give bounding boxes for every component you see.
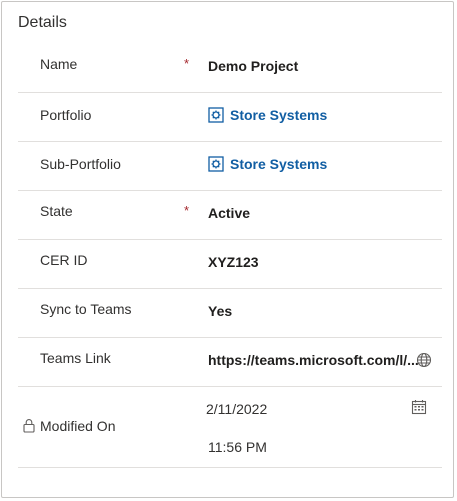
field-row-state: State * Active bbox=[18, 191, 442, 240]
field-label-modified-on: Modified On bbox=[40, 418, 116, 434]
field-label-teams-link: Teams Link bbox=[40, 350, 111, 366]
sub-portfolio-value: Store Systems bbox=[230, 156, 328, 172]
name-value[interactable]: Demo Project bbox=[208, 58, 298, 74]
lock-icon bbox=[23, 419, 35, 433]
field-row-portfolio: Portfolio Store Systems bbox=[18, 93, 442, 142]
field-label-state: State bbox=[40, 203, 73, 219]
section-title: Details bbox=[18, 14, 67, 31]
entity-record-icon bbox=[208, 107, 224, 123]
details-card: Details Name * Demo Project Portfolio St… bbox=[1, 1, 454, 498]
sub-portfolio-lookup-link[interactable]: Store Systems bbox=[208, 156, 327, 172]
field-row-name: Name * Demo Project bbox=[18, 41, 442, 93]
field-row-sub-portfolio: Sub-Portfolio Store Systems bbox=[18, 142, 442, 191]
field-label-cer-id: CER ID bbox=[40, 252, 88, 268]
state-value[interactable]: Active bbox=[208, 205, 250, 221]
portfolio-lookup-link[interactable]: Store Systems bbox=[208, 107, 327, 123]
required-indicator: * bbox=[184, 203, 190, 218]
field-row-teams-link: Teams Link https://teams.microsoft.com/l… bbox=[18, 338, 442, 387]
field-label-name: Name bbox=[40, 56, 78, 72]
field-row-cer-id: CER ID XYZ123 bbox=[18, 240, 442, 289]
cer-id-value[interactable]: XYZ123 bbox=[208, 254, 259, 270]
calendar-icon[interactable] bbox=[411, 399, 427, 415]
globe-icon[interactable] bbox=[416, 352, 432, 368]
modified-on-date[interactable]: 2/11/2022 bbox=[206, 401, 267, 417]
teams-link-value[interactable]: https://teams.microsoft.com/l/... bbox=[208, 352, 419, 368]
modified-on-time[interactable]: 11:56 PM bbox=[208, 439, 267, 455]
field-label-portfolio: Portfolio bbox=[40, 107, 92, 123]
required-indicator: * bbox=[184, 56, 190, 71]
field-label-sync-to-teams: Sync to Teams bbox=[40, 301, 132, 317]
entity-record-icon bbox=[208, 156, 224, 172]
field-row-modified-on: Modified On 2/11/2022 11:56 PM bbox=[18, 387, 442, 468]
field-label-sub-portfolio: Sub-Portfolio bbox=[40, 156, 121, 172]
field-row-sync-to-teams: Sync to Teams Yes bbox=[18, 289, 442, 338]
sync-to-teams-value[interactable]: Yes bbox=[208, 303, 232, 319]
portfolio-value: Store Systems bbox=[230, 107, 328, 123]
